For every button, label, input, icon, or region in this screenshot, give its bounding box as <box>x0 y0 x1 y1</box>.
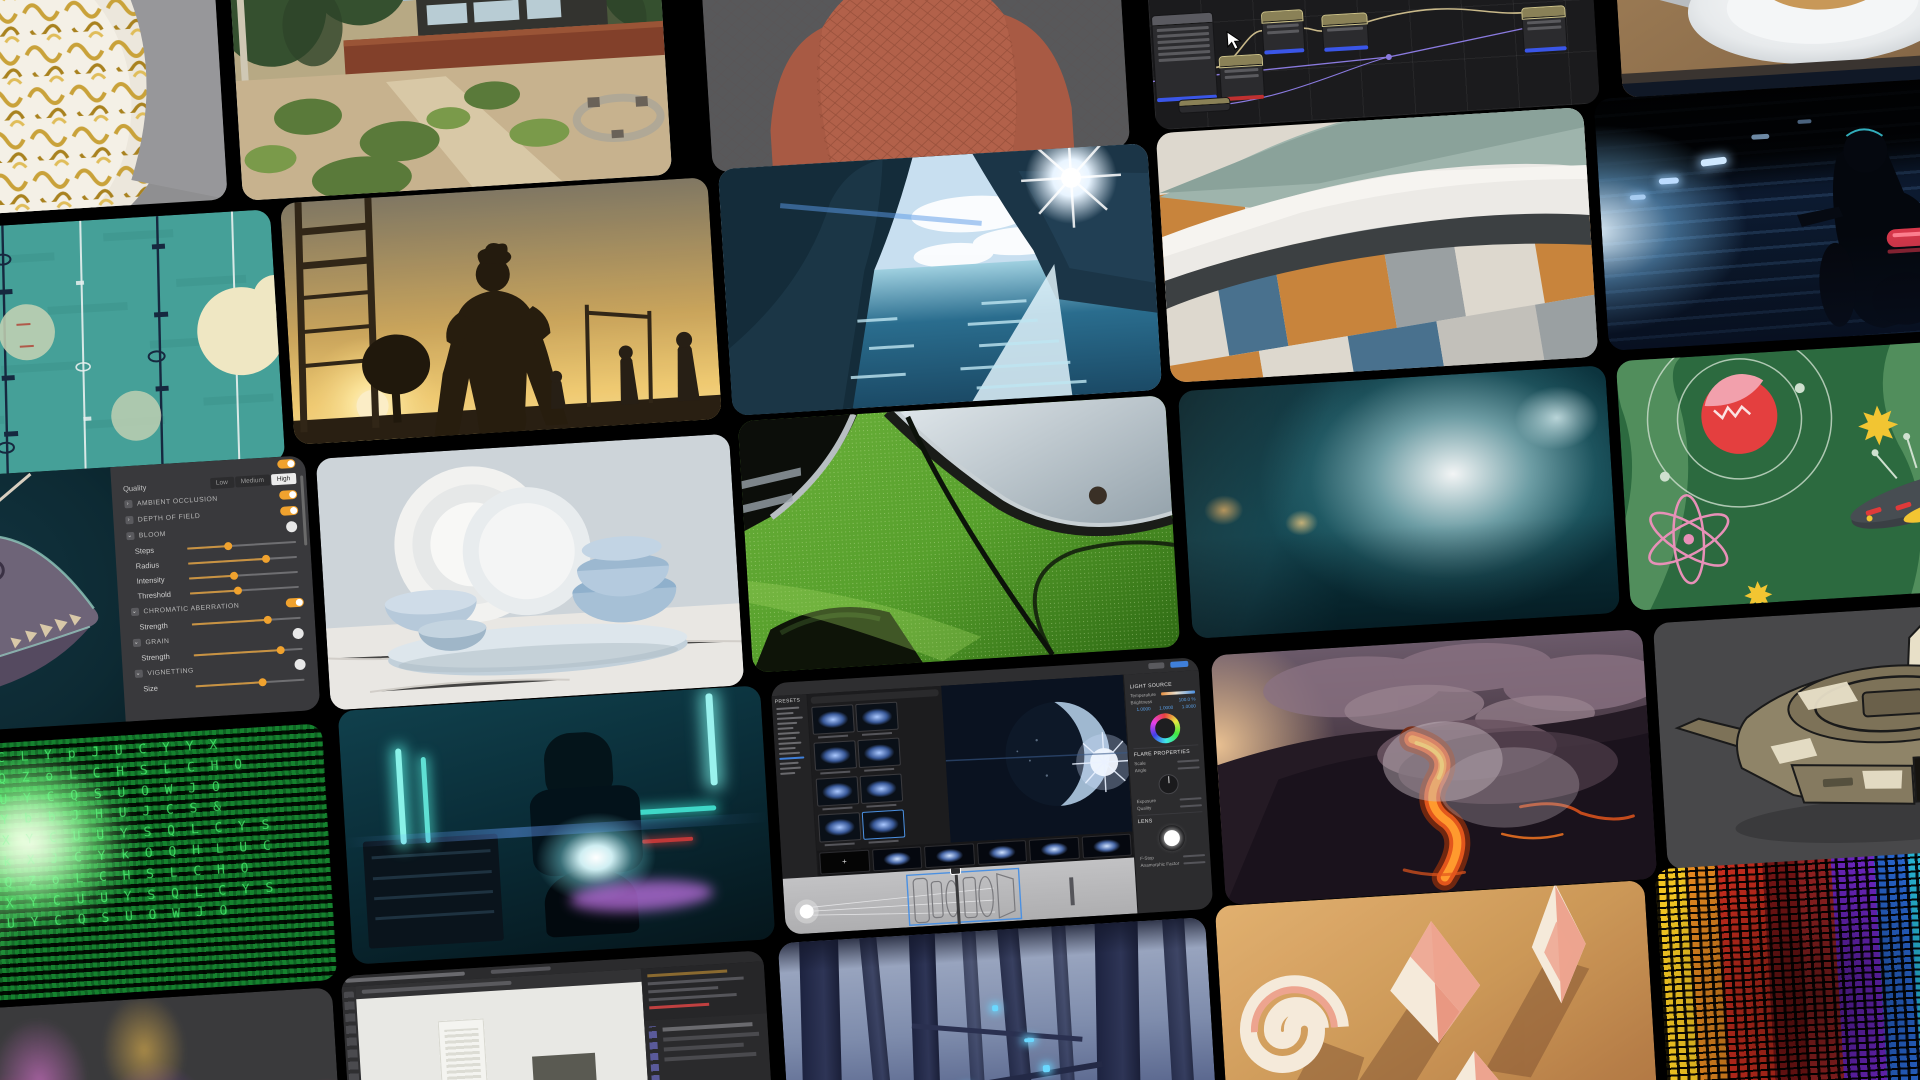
preset-thumb[interactable] <box>813 740 857 771</box>
preset-thumb[interactable] <box>816 776 860 807</box>
element-thumb[interactable] <box>1081 834 1132 859</box>
tile-teal-fog-lights[interactable] <box>1178 365 1620 639</box>
bloom-toggle[interactable] <box>281 521 300 531</box>
house-artwork <box>228 0 672 201</box>
tile-blender-workspace[interactable] <box>341 950 778 1080</box>
tile-gold-filigree-sculpture[interactable] <box>0 0 228 216</box>
flares-properties-panel: LIGHT SOURCE Temperature Brightness100.0… <box>1123 670 1213 913</box>
node-transform <box>1218 54 1265 101</box>
fog-structures <box>1178 365 1620 639</box>
quality-label: Quality <box>123 483 147 493</box>
tile-ceramic-tableware[interactable] <box>316 434 745 711</box>
tile-fjord-sunrays[interactable] <box>718 143 1162 416</box>
tile-teal-motion-graphics[interactable] <box>0 209 285 488</box>
fabric-artwork <box>1156 107 1598 383</box>
car-artwork <box>738 395 1181 673</box>
expand-icon[interactable]: ⌄ <box>134 670 142 678</box>
expand-icon[interactable]: ⌄ <box>126 532 134 540</box>
grain-toggle[interactable] <box>287 628 306 638</box>
tile-digital-rain[interactable]: J H E A C L Y p J U C Y Y XS A # Z Q Z o… <box>0 723 337 1005</box>
forest-trunks <box>778 917 1220 1080</box>
garage-shapes <box>338 685 776 964</box>
enabled-toggle[interactable] <box>277 458 296 468</box>
blender-ui <box>341 950 778 1080</box>
dof-toggle[interactable] <box>280 505 299 515</box>
size-slider[interactable] <box>195 678 304 687</box>
ca-strength-slider[interactable] <box>191 616 300 625</box>
color-wheel[interactable] <box>1149 712 1181 744</box>
tile-night-rider[interactable] <box>1594 73 1920 351</box>
tile-candy-shapes[interactable] <box>1215 880 1659 1080</box>
add-element-button[interactable]: + <box>819 850 870 875</box>
tile-neon-garage-rider[interactable] <box>338 685 776 964</box>
tableware-artwork <box>316 434 745 711</box>
preset-thumb[interactable] <box>818 812 862 843</box>
node-a <box>1261 9 1305 53</box>
tile-lens-flare-editor[interactable]: PRESETS <box>771 657 1214 935</box>
flares-preset-browser <box>807 686 950 851</box>
threshold-slider[interactable] <box>189 585 298 594</box>
element-thumb[interactable] <box>924 843 975 868</box>
node-b <box>1321 12 1369 51</box>
node-output <box>1521 5 1568 52</box>
tile-sunset-calisthenics[interactable] <box>280 177 722 445</box>
steps-slider[interactable] <box>187 540 296 549</box>
element-thumb[interactable] <box>976 840 1027 865</box>
flares-render-preview <box>941 675 1132 843</box>
quality-dropdown[interactable] <box>1180 804 1202 807</box>
sculpture-artwork <box>0 0 228 216</box>
expand-icon[interactable]: ⌄ <box>132 639 140 647</box>
intensity-slider[interactable] <box>189 570 298 579</box>
tile-green-car-closeup[interactable] <box>738 395 1181 673</box>
ao-toggle[interactable] <box>279 489 298 499</box>
quality-high[interactable]: High <box>271 472 297 485</box>
tile-led-matrix[interactable] <box>1655 843 1920 1080</box>
preset-thumb[interactable] <box>860 773 904 804</box>
expand-icon[interactable]: › <box>125 516 133 524</box>
preset-thumb[interactable] <box>811 704 855 735</box>
tile-color-smoke[interactable] <box>0 987 347 1080</box>
lens-header: LENS <box>1137 811 1202 825</box>
element-thumb[interactable] <box>1029 837 1080 862</box>
aperture-preview <box>1158 824 1186 852</box>
expand-icon[interactable]: ⌄ <box>130 608 138 616</box>
selected-preset-item[interactable] <box>779 756 804 760</box>
panel-scrollbar[interactable] <box>300 475 307 545</box>
thumbnail-gallery-wall: Quality Low Medium High ›AMBIENT OCCLUSI… <box>0 0 1920 1080</box>
preset-thumb[interactable] <box>855 702 899 733</box>
sunset-artwork <box>280 177 722 445</box>
tile-misty-forest[interactable] <box>778 917 1220 1080</box>
candy-artwork <box>1215 880 1659 1080</box>
preset-thumb-selected[interactable] <box>862 809 906 840</box>
creature-artwork <box>698 0 1130 173</box>
node-list <box>1151 12 1218 102</box>
teal-pattern-artwork <box>0 209 285 488</box>
quality-medium[interactable]: Medium <box>234 474 270 487</box>
tile-creature-sculpt[interactable] <box>698 0 1130 173</box>
element-thumb[interactable] <box>872 846 923 871</box>
ship-artwork <box>1653 597 1920 870</box>
tile-patchwork-textile[interactable] <box>1156 107 1598 383</box>
ca-toggle[interactable] <box>286 597 305 607</box>
angle-knob[interactable] <box>1158 774 1179 795</box>
tile-scifi-ship[interactable] <box>1653 597 1920 870</box>
expand-icon[interactable]: › <box>124 500 132 508</box>
quality-low[interactable]: Low <box>210 476 235 488</box>
tile-dinosaur-render-settings[interactable]: Quality Low Medium High ›AMBIENT OCCLUSI… <box>0 455 320 735</box>
space-artwork <box>1616 335 1920 611</box>
tile-volcano-lava[interactable] <box>1211 629 1657 905</box>
mouse-cursor-icon <box>1226 30 1242 51</box>
vignetting-toggle[interactable] <box>289 659 308 669</box>
presets-header: PRESETS <box>775 697 804 705</box>
tile-modern-house-archviz[interactable] <box>228 0 672 201</box>
radius-slider[interactable] <box>188 555 297 564</box>
preset-thumb[interactable] <box>857 738 901 769</box>
grain-strength-slider[interactable] <box>193 647 302 656</box>
tile-space-illustration[interactable] <box>1616 335 1920 611</box>
lava-artwork <box>1211 629 1657 905</box>
render-settings-panel: Quality Low Medium High ›AMBIENT OCCLUSI… <box>110 455 321 721</box>
fjord-artwork <box>718 143 1162 416</box>
